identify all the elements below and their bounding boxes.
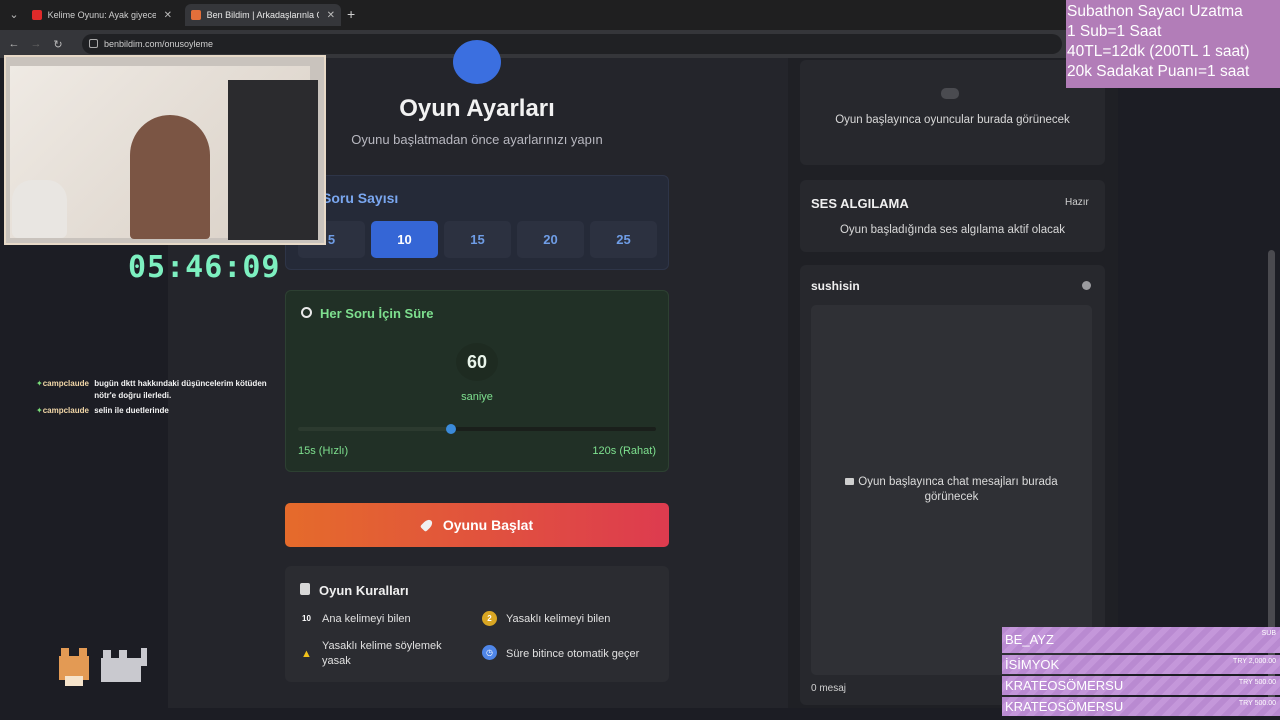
- donation-row: KRATEOSÖMERSU TRY 500.00: [1002, 697, 1280, 716]
- site-info-icon[interactable]: [89, 39, 98, 48]
- donation-name: BE_AYZ: [1005, 632, 1054, 647]
- stream-chat-user: campclaude: [42, 406, 89, 415]
- tab-title: Ben Bildim | Arkadaşlarınla Onl: [206, 10, 319, 20]
- chat-message-count: 0 mesaj: [811, 683, 847, 694]
- webcam-cat-image: [12, 180, 67, 238]
- stream-chat-message: ✦campclaude bugün dktt hakkındaki düşünc…: [36, 378, 286, 402]
- question-count-option-25[interactable]: 25: [590, 221, 657, 258]
- forward-icon[interactable]: →: [25, 38, 47, 50]
- pixel-cats-icon: [59, 648, 147, 686]
- chat-username: sushisin: [811, 279, 860, 293]
- rule-item: Süre bitince otomatik geçer: [506, 648, 640, 660]
- back-icon[interactable]: ←: [3, 38, 25, 50]
- tab-ben-bildim[interactable]: Ben Bildim | Arkadaşlarınla Onl ✕: [185, 4, 341, 26]
- voice-detection-title: SES ALGILAMA: [811, 196, 909, 211]
- points-2-badge: 2: [482, 611, 497, 626]
- points-10-badge: 10: [302, 614, 311, 623]
- chat-empty-label: Oyun başlayınca chat mesajları burada gö…: [858, 476, 1058, 503]
- question-count-option-10[interactable]: 10: [371, 221, 438, 258]
- stopwatch-icon: [301, 307, 312, 318]
- tab-kelime-oyunu[interactable]: Kelime Oyunu: Ayak giyecekleri ✕: [26, 4, 178, 26]
- clipboard-icon: [300, 583, 310, 595]
- gamepad-icon: [941, 88, 959, 99]
- subathon-info-overlay: Subathon Sayacı Uzatma 1 Sub=1 Saat 40TL…: [1066, 0, 1280, 88]
- time-per-question-title: Her Soru İçin Süre: [320, 306, 434, 321]
- donation-name: KRATEOSÖMERSU: [1005, 678, 1124, 693]
- voice-detection-status: Hazır: [1065, 197, 1089, 208]
- donation-amount: TRY 500.00: [1238, 679, 1276, 686]
- stream-chat-user: campclaude: [42, 379, 89, 388]
- time-slider-max-label: 120s (Rahat): [592, 445, 656, 457]
- time-slider-track[interactable]: [298, 427, 656, 431]
- stream-chat-message: ✦campclaude selin ile duetlerinde: [36, 405, 286, 417]
- tab-search-icon[interactable]: ⌄: [3, 8, 25, 21]
- time-slider-fill: [298, 427, 452, 431]
- rules-title: Oyun Kuralları: [319, 583, 409, 598]
- stream-chat-text: bugün dktt hakkındaki düşüncelerim kötüd…: [94, 379, 267, 400]
- timer-icon: ◷: [482, 645, 497, 660]
- site-favicon-icon: [191, 10, 201, 20]
- page-subtitle: Oyunu başlatmadan önce ayarlarınızı yapı…: [351, 132, 603, 147]
- donation-row: KRATEOSÖMERSU TRY 500.00: [1002, 676, 1280, 695]
- warning-icon: ▲: [301, 647, 312, 660]
- question-count-title: Soru Sayısı: [322, 190, 399, 206]
- stream-chat-text: selin ile duetlerinde: [94, 406, 169, 415]
- donation-amount: TRY 2,000.00: [1233, 658, 1276, 665]
- donation-name: İSİMYOK: [1005, 657, 1060, 672]
- rocket-icon: [421, 519, 433, 531]
- time-unit: saniye: [461, 391, 493, 403]
- close-tab-icon[interactable]: ✕: [327, 10, 335, 21]
- donation-amount: TRY 500.00: [1238, 700, 1276, 707]
- rule-item: Ana kelimeyi bilen: [322, 613, 411, 625]
- donation-row: BE_AYZ SUB: [1002, 627, 1280, 653]
- address-bar[interactable]: benbildim.com/onusoyleme: [82, 34, 1062, 54]
- webcam-streamer: [130, 115, 210, 239]
- chat-empty-text: Oyun başlayınca chat mesajları burada gö…: [830, 475, 1073, 505]
- donation-name: KRATEOSÖMERSU: [1005, 699, 1124, 714]
- subathon-timer: 05:46:09: [128, 250, 281, 285]
- subathon-line: Subathon Sayacı Uzatma: [1067, 3, 1243, 20]
- subathon-line: 40TL=12dk (200TL 1 saat): [1067, 43, 1250, 60]
- time-slider-min-label: 15s (Hızlı): [298, 445, 349, 457]
- star-icon: ✦: [36, 379, 43, 388]
- question-count-option-15[interactable]: 15: [444, 221, 511, 258]
- rule-item: Yasaklı kelimeyi bilen: [506, 613, 611, 625]
- players-panel: [800, 60, 1105, 165]
- donation-row: İSİMYOK TRY 2,000.00: [1002, 655, 1280, 674]
- new-tab-button[interactable]: +: [347, 6, 355, 22]
- url-text: benbildim.com/onusoyleme: [104, 39, 214, 49]
- voice-detection-text: Oyun başladığında ses algılama aktif ola…: [839, 224, 1066, 236]
- youtube-icon: [32, 10, 42, 20]
- players-empty-text: Oyun başlayınca oyuncular burada görünec…: [835, 114, 1070, 126]
- voice-detection-panel: [800, 180, 1105, 252]
- subathon-line: 20k Sadakat Puanı=1 saat: [1067, 63, 1250, 80]
- page-title: Oyun Ayarları: [399, 95, 555, 122]
- question-count-option-20[interactable]: 20: [517, 221, 584, 258]
- subathon-line: 1 Sub=1 Saat: [1067, 23, 1162, 40]
- time-value: 60: [466, 352, 488, 372]
- connection-status-dot: [1082, 281, 1091, 290]
- rule-item: Yasaklı kelime söylemek yasak: [322, 640, 442, 667]
- chat-bubble-icon: [845, 478, 855, 485]
- start-game-button[interactable]: Oyunu Başlat: [285, 503, 669, 547]
- tab-title: Kelime Oyunu: Ayak giyecekleri: [47, 10, 156, 20]
- star-icon: ✦: [36, 406, 43, 415]
- donation-amount: SUB: [1261, 630, 1276, 637]
- start-game-label: Oyunu Başlat: [442, 517, 534, 533]
- webcam-pc-case: [228, 80, 318, 240]
- close-tab-icon[interactable]: ✕: [164, 10, 172, 21]
- gamepad-badge-icon: [453, 40, 501, 84]
- reload-icon[interactable]: ↻: [47, 38, 69, 51]
